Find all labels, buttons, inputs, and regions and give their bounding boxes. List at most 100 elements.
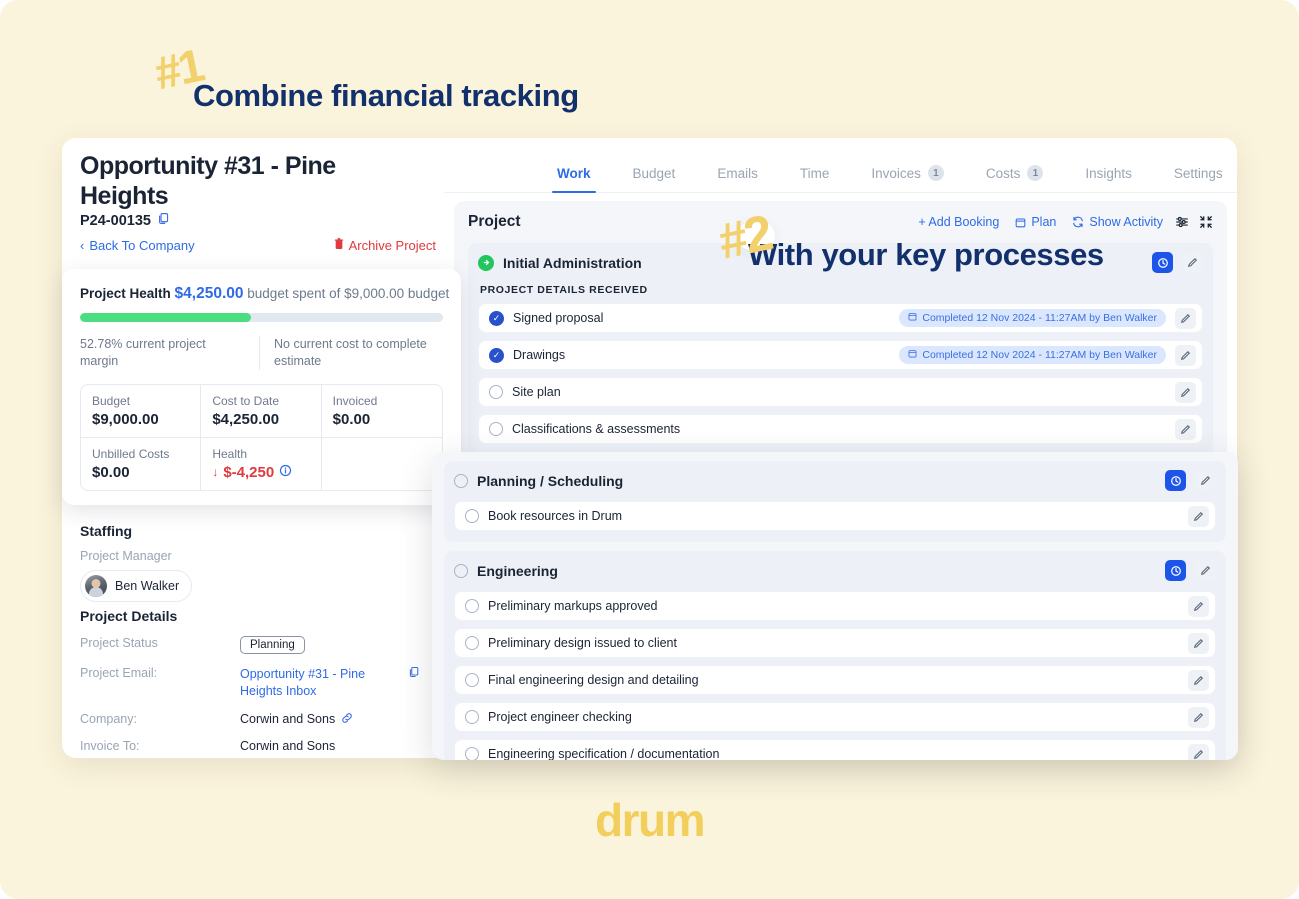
task-edit-button[interactable]	[1175, 381, 1196, 403]
checkbox-empty-icon[interactable]	[489, 422, 503, 436]
status-badge: Completed 12 Nov 2024 - 11:27AM by Ben W…	[899, 346, 1166, 364]
task-edit-button[interactable]	[1188, 743, 1209, 760]
metric-value-wrap: ↓ $-4,250	[212, 464, 309, 481]
archive-project-link[interactable]: Archive Project	[334, 238, 436, 253]
task-name: Engineering specification / documentatio…	[488, 747, 720, 760]
detail-row-email: Project Email: Opportunity #31 - Pine He…	[80, 666, 440, 700]
detail-label: Project Email:	[80, 666, 158, 680]
down-arrow-icon: ↓	[212, 465, 219, 480]
task-edit-button[interactable]	[1175, 418, 1196, 440]
phase-edit-button[interactable]	[1195, 470, 1216, 491]
project-manager-label: Project Manager	[80, 549, 172, 563]
phase-edit-button[interactable]	[1182, 252, 1203, 273]
table-row[interactable]: ✓ Signed proposal Completed 12 Nov 2024 …	[478, 303, 1203, 333]
phase-planning-scheduling: Planning / Scheduling Book resources in …	[444, 461, 1226, 542]
link-icon[interactable]	[341, 712, 353, 727]
list-item[interactable]: Book resources in Drum	[454, 501, 1216, 531]
checkbox-empty-icon[interactable]	[454, 473, 468, 488]
copy-icon[interactable]	[408, 666, 420, 681]
tab-emails[interactable]: Emails	[696, 166, 779, 192]
task-name: Book resources in Drum	[488, 509, 623, 523]
tab-invoices[interactable]: Invoices 1	[850, 165, 965, 192]
metric-label: Budget	[92, 393, 131, 408]
checkbox-empty-icon[interactable]	[465, 747, 479, 760]
work-header: Project + Add Booking Plan Show Activity	[468, 213, 1213, 231]
filter-sliders-icon[interactable]	[1175, 215, 1189, 229]
tab-label: Work	[557, 166, 591, 181]
work-overlay-panel: Planning / Scheduling Book resources in …	[432, 452, 1238, 760]
phase-clock-button[interactable]	[1165, 560, 1186, 581]
detail-label: Invoice To:	[80, 738, 140, 753]
tab-settings[interactable]: Settings	[1153, 166, 1237, 192]
tab-work[interactable]: Work	[536, 166, 612, 193]
detail-row-company: Company: Corwin and Sons	[80, 712, 440, 727]
annotation-number-1: #1	[150, 38, 208, 100]
page-root: #1 Combine financial tracking Opportunit…	[0, 0, 1299, 899]
task-edit-button[interactable]	[1188, 632, 1209, 654]
metric-label: Health	[212, 446, 248, 461]
list-item[interactable]: Engineering specification / documentatio…	[454, 739, 1216, 760]
plan-button[interactable]: Plan	[1015, 215, 1056, 229]
table-row[interactable]: Site plan	[478, 377, 1203, 407]
add-booking-label: + Add Booking	[918, 215, 1000, 229]
task-edit-button[interactable]	[1188, 595, 1209, 617]
copy-icon[interactable]	[157, 212, 170, 229]
checkbox-checked-icon[interactable]: ✓	[489, 347, 504, 363]
tab-insights[interactable]: Insights	[1064, 166, 1153, 192]
phase-edit-button[interactable]	[1195, 560, 1216, 581]
checkbox-empty-icon[interactable]	[465, 710, 479, 724]
list-item[interactable]: Project engineer checking	[454, 702, 1216, 732]
metric-invoiced: Invoiced $0.00	[321, 385, 442, 438]
tab-label: Time	[799, 166, 830, 181]
phase-header: Engineering	[454, 560, 1216, 581]
tab-budget[interactable]: Budget	[612, 166, 697, 192]
task-edit-button[interactable]	[1188, 706, 1209, 728]
phase-clock-button[interactable]	[1165, 470, 1186, 491]
metric-health: Health ↓ $-4,250	[201, 437, 322, 490]
task-edit-button[interactable]	[1188, 505, 1209, 527]
collapse-icon[interactable]	[1199, 215, 1213, 229]
back-to-company-label: Back To Company	[89, 238, 195, 253]
tab-costs[interactable]: Costs 1	[965, 165, 1065, 192]
back-to-company-link[interactable]: ‹ Back To Company	[80, 238, 195, 253]
checkbox-empty-icon[interactable]	[465, 599, 479, 613]
task-name: Site plan	[512, 385, 561, 399]
tab-bar: Work Budget Emails Time Invoices 1 Costs…	[444, 138, 1237, 193]
tab-label: Insights	[1085, 166, 1132, 181]
tab-time[interactable]: Time	[779, 166, 851, 192]
project-email-link[interactable]: Opportunity #31 - Pine Heights Inbox	[240, 666, 390, 700]
checkbox-empty-icon[interactable]	[465, 509, 479, 523]
checkbox-empty-icon[interactable]	[454, 563, 468, 578]
tab-label: Costs	[985, 165, 1021, 181]
company-value: Corwin and Sons	[240, 711, 336, 726]
checkbox-empty-icon[interactable]	[465, 636, 479, 650]
project-health-card: Project Health $4,250.00 budget spent of…	[62, 269, 461, 505]
phase-clock-button[interactable]	[1152, 252, 1173, 273]
project-health-grid: Budget $9,000.00 Cost to Date $4,250.00 …	[80, 383, 443, 491]
task-edit-button[interactable]	[1175, 307, 1196, 329]
show-activity-button[interactable]: Show Activity	[1072, 215, 1163, 229]
checkbox-empty-icon[interactable]	[465, 673, 479, 687]
task-edit-button[interactable]	[1175, 344, 1196, 366]
table-row[interactable]: Classifications & assessments	[478, 414, 1203, 444]
checkbox-checked-icon[interactable]: ✓	[489, 310, 504, 326]
detail-row-invoice-to: Invoice To: Corwin and Sons	[80, 739, 440, 753]
staffing-heading: Staffing	[80, 523, 133, 539]
info-icon[interactable]	[279, 464, 292, 481]
project-details-section: Project Details Project Status Planning …	[80, 608, 440, 753]
annotation-headline-1: Combine financial tracking	[193, 78, 579, 113]
checkbox-empty-icon[interactable]	[489, 385, 503, 399]
project-health-notes: 52.78% current project margin No current…	[80, 336, 443, 370]
avatar	[85, 575, 107, 597]
list-item[interactable]: Final engineering design and detailing	[454, 665, 1216, 695]
project-health-summary: Project Health $4,250.00 budget spent of…	[80, 285, 449, 303]
table-row[interactable]: ✓ Drawings Completed 12 Nov 2024 - 11:27…	[478, 340, 1203, 370]
metric-empty	[322, 438, 442, 490]
list-item[interactable]: Preliminary design issued to client	[454, 628, 1216, 658]
project-manager-chip[interactable]: Ben Walker	[80, 570, 193, 602]
calendar-icon	[908, 349, 917, 361]
add-booking-button[interactable]: + Add Booking	[918, 215, 999, 229]
task-edit-button[interactable]	[1188, 669, 1209, 691]
list-item[interactable]: Preliminary markups approved	[454, 591, 1216, 621]
budget-spent-amount: $4,250.00	[174, 285, 244, 302]
